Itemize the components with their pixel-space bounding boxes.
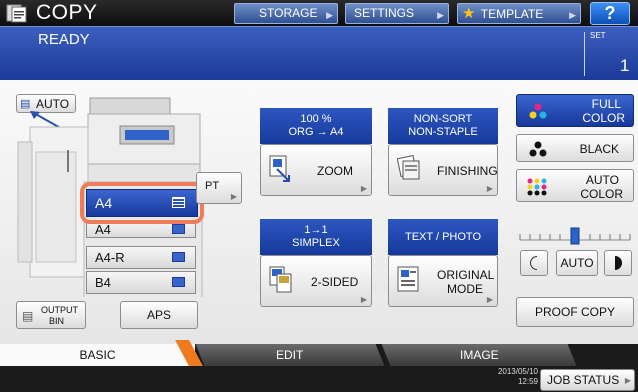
zoom-percent: 100 % bbox=[300, 113, 332, 125]
two-sided-button[interactable]: 2-SIDED ▶ bbox=[260, 255, 372, 307]
black-button[interactable]: BLACK bbox=[516, 134, 634, 162]
output-bin-label-line1: OUTPUT bbox=[41, 305, 78, 315]
arrow-right-icon: ▶ bbox=[569, 10, 576, 20]
two-sided-label: 2-SIDED bbox=[311, 275, 359, 289]
paper-stack-icon: ▤ bbox=[22, 309, 34, 323]
duplex-ratio: 1→1 bbox=[304, 224, 328, 236]
arrow-right-icon: ▶ bbox=[486, 295, 493, 304]
storage-button[interactable]: STORAGE ▶ bbox=[234, 3, 338, 24]
auto-color-icon bbox=[527, 178, 547, 196]
set-label: SET bbox=[590, 31, 606, 40]
finishing-icon bbox=[397, 155, 420, 180]
arrow-right-icon: ▶ bbox=[360, 184, 367, 193]
arrow-right-icon: ▶ bbox=[230, 192, 237, 201]
full-color-icon bbox=[529, 103, 547, 119]
original-mode-label-line1: ORIGINAL bbox=[437, 268, 495, 282]
arrow-right-icon: ▶ bbox=[624, 376, 631, 385]
full-color-button[interactable]: FULL COLOR bbox=[516, 94, 634, 127]
black-label: BLACK bbox=[579, 142, 619, 156]
proof-copy-button[interactable]: PROOF COPY bbox=[516, 297, 634, 327]
density-darker-button[interactable] bbox=[604, 250, 632, 276]
footer-datetime: 2013/05/10 12:59 bbox=[488, 367, 538, 387]
zoom-button[interactable]: ZOOM ▶ bbox=[260, 144, 372, 196]
template-button[interactable]: ★ TEMPLATE ▶ bbox=[457, 3, 581, 24]
settings-button[interactable]: SETTINGS ▶ bbox=[345, 3, 449, 24]
tray-label: B4 bbox=[95, 275, 111, 290]
help-button[interactable]: ? bbox=[590, 2, 630, 25]
copy-icon bbox=[6, 4, 27, 23]
zoom-status: 100 % ORG → A4 bbox=[260, 108, 372, 144]
tab-basic-label: BASIC bbox=[79, 348, 116, 362]
finishing-status: NON-SORT NON-STAPLE bbox=[388, 108, 498, 144]
tray-label: A4-R bbox=[95, 250, 125, 265]
finishing-button[interactable]: FINISHING ▶ bbox=[388, 144, 498, 196]
selection-highlight bbox=[80, 182, 204, 224]
duplex-mode: SIMPLEX bbox=[292, 237, 340, 249]
full-color-line2: COLOR bbox=[582, 111, 625, 125]
density-scale[interactable] bbox=[516, 226, 634, 246]
finishing-staple: NON-STAPLE bbox=[408, 126, 478, 138]
job-status-label: JOB STATUS bbox=[547, 373, 620, 387]
arrow-right-icon: ▶ bbox=[437, 10, 444, 20]
job-status-button[interactable]: JOB STATUS ▶ bbox=[540, 369, 635, 391]
hidden-mode-label: PT bbox=[205, 180, 220, 192]
tab-image[interactable]: IMAGE bbox=[381, 344, 577, 366]
density-lighter-button[interactable] bbox=[520, 250, 548, 276]
black-color-icon bbox=[529, 141, 547, 157]
tab-edit[interactable]: EDIT bbox=[195, 344, 385, 366]
finishing-sort: NON-SORT bbox=[413, 113, 473, 125]
app-title: COPY bbox=[36, 1, 98, 24]
tray-label: A4 bbox=[95, 222, 111, 237]
set-count: 1 bbox=[620, 56, 630, 75]
divider bbox=[584, 32, 585, 76]
tray-item[interactable]: A4-R bbox=[86, 246, 196, 269]
footer-time: 12:59 bbox=[517, 377, 538, 386]
template-label: TEMPLATE bbox=[480, 7, 544, 21]
original-mode-label-line2: MODE bbox=[447, 282, 483, 296]
density-indicator[interactable] bbox=[570, 227, 580, 245]
output-bin-label-line2: BIN bbox=[49, 316, 65, 326]
tray-icon bbox=[172, 252, 185, 262]
status-message: READY bbox=[38, 31, 90, 48]
tray-icon bbox=[172, 277, 185, 287]
hidden-mode-button[interactable]: PT ▶ bbox=[196, 172, 242, 204]
two-sided-icon bbox=[269, 266, 292, 293]
arrow-right-icon: ▶ bbox=[486, 184, 493, 193]
storage-label: STORAGE bbox=[259, 6, 318, 20]
tab-basic[interactable]: BASIC bbox=[0, 344, 195, 366]
original-mode-button[interactable]: ORIGINAL MODE ▶ bbox=[388, 255, 498, 307]
auto-color-line2: COLOR bbox=[580, 187, 623, 201]
status-bar bbox=[0, 26, 638, 80]
aps-button[interactable]: APS bbox=[120, 301, 198, 329]
finishing-label: FINISHING bbox=[437, 164, 498, 178]
tab-image-label: IMAGE bbox=[459, 348, 499, 362]
duplex-status: 1→1 SIMPLEX bbox=[260, 219, 372, 255]
arrow-right-icon: ▶ bbox=[360, 295, 367, 304]
footer-date: 2013/05/10 bbox=[497, 367, 538, 376]
star-icon: ★ bbox=[462, 5, 476, 22]
zoom-icon bbox=[269, 155, 290, 182]
tab-edit-label: EDIT bbox=[276, 348, 304, 362]
tray-item[interactable]: B4 bbox=[86, 271, 196, 294]
full-color-line1: FULL bbox=[591, 97, 621, 111]
output-bin-button[interactable]: ▤ OUTPUT BIN bbox=[16, 301, 86, 329]
lighter-icon bbox=[530, 256, 537, 270]
arrow-right-icon: ▶ bbox=[326, 10, 333, 20]
auto-color-line1: AUTO bbox=[585, 173, 619, 187]
original-mode-status: TEXT / PHOTO bbox=[388, 219, 498, 255]
density-auto-button[interactable]: AUTO bbox=[556, 250, 598, 276]
auto-color-button[interactable]: AUTO COLOR bbox=[516, 169, 634, 202]
zoom-ratio: ORG → A4 bbox=[288, 126, 344, 138]
original-mode-icon bbox=[397, 266, 419, 292]
tray-icon bbox=[172, 224, 185, 234]
zoom-label: ZOOM bbox=[317, 164, 353, 178]
darker-icon bbox=[615, 256, 622, 270]
settings-label: SETTINGS bbox=[354, 6, 415, 20]
